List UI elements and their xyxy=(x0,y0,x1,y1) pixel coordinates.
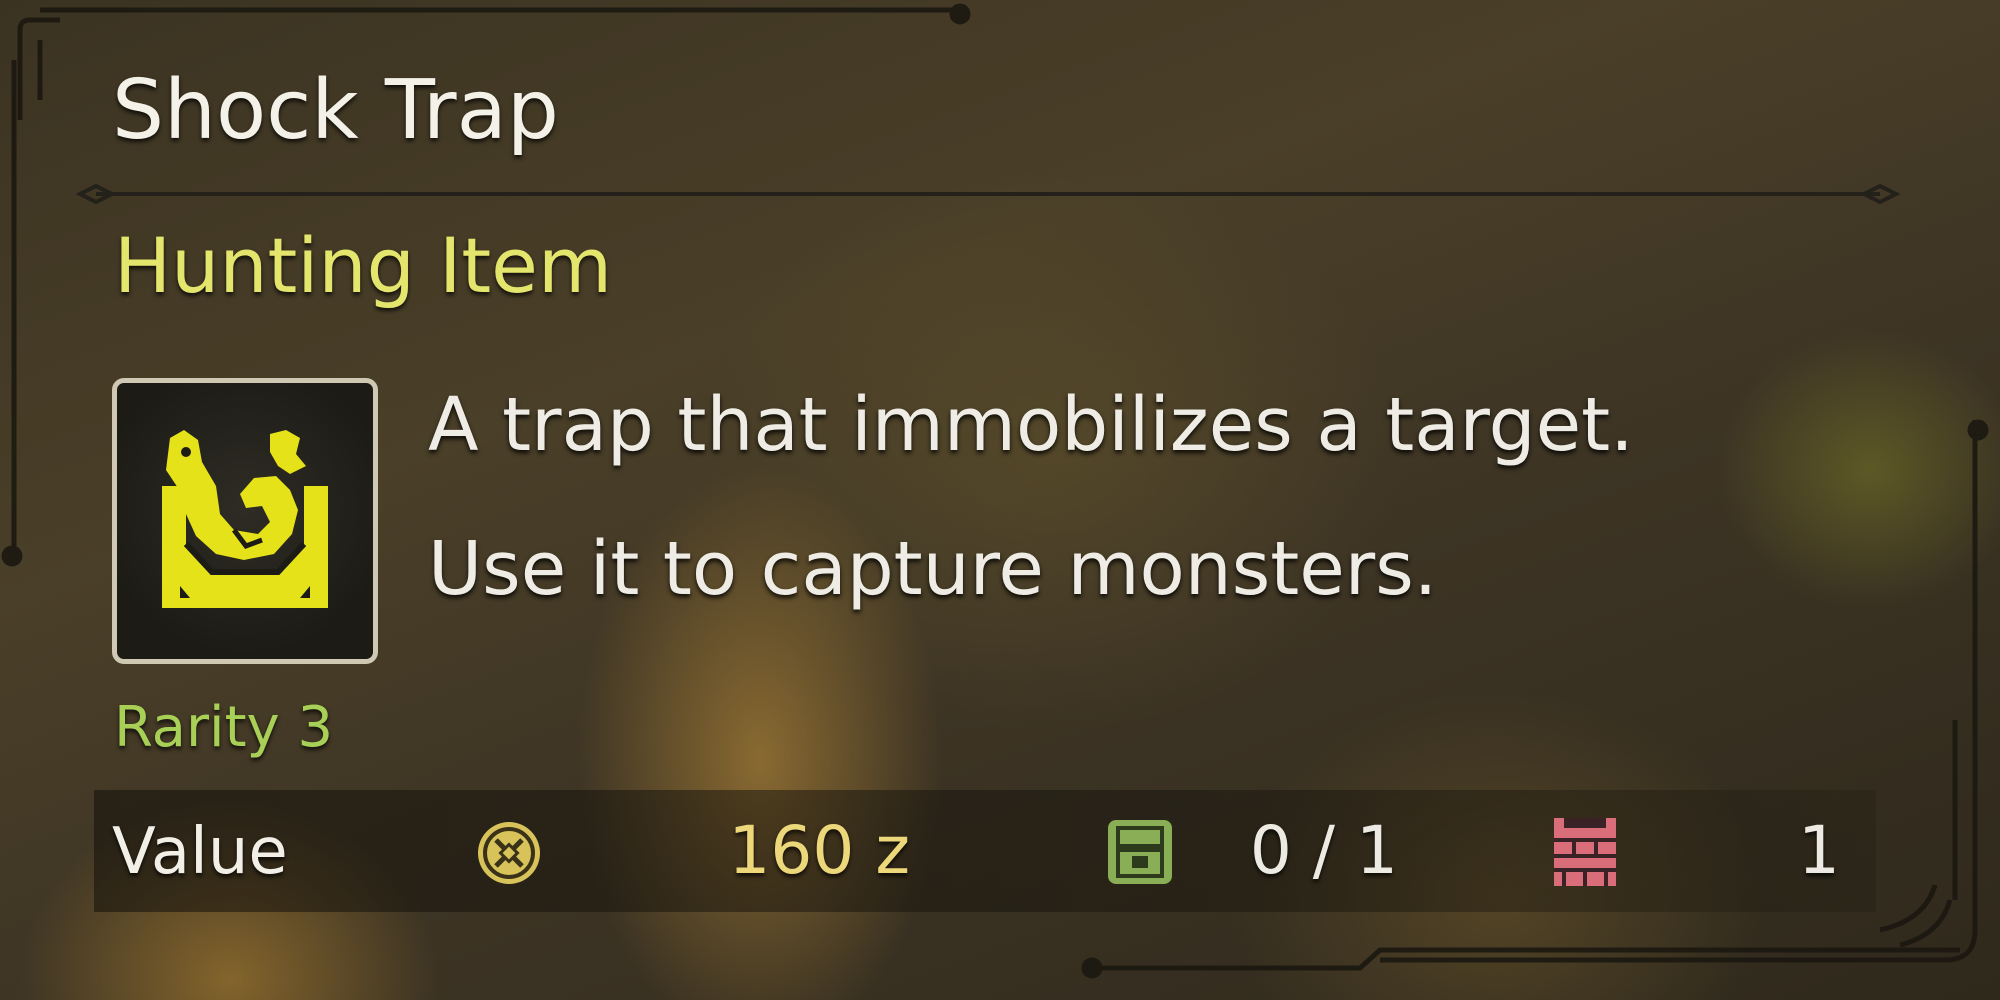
item-value: 160 z xyxy=(728,812,910,889)
zenny-coin-icon xyxy=(478,822,540,884)
shock-trap-icon xyxy=(162,430,328,608)
item-description-line: Use it to capture monsters. xyxy=(428,526,1438,612)
item-name: Shock Trap xyxy=(112,63,559,158)
value-label: Value xyxy=(112,815,288,889)
item-detail-panel: Shock Trap Hunting Item A trap that immo… xyxy=(0,0,2000,1000)
item-box-icon xyxy=(1554,818,1616,886)
item-category: Hunting Item xyxy=(114,221,612,310)
pouch-count: 0 / 1 xyxy=(1249,812,1398,889)
box-count: 1 xyxy=(1798,812,1840,889)
item-pouch-icon xyxy=(1108,820,1172,884)
item-description-line: A trap that immobilizes a target. xyxy=(428,382,1634,468)
item-rarity: Rarity 3 xyxy=(114,695,334,760)
item-icon-frame xyxy=(112,378,378,664)
